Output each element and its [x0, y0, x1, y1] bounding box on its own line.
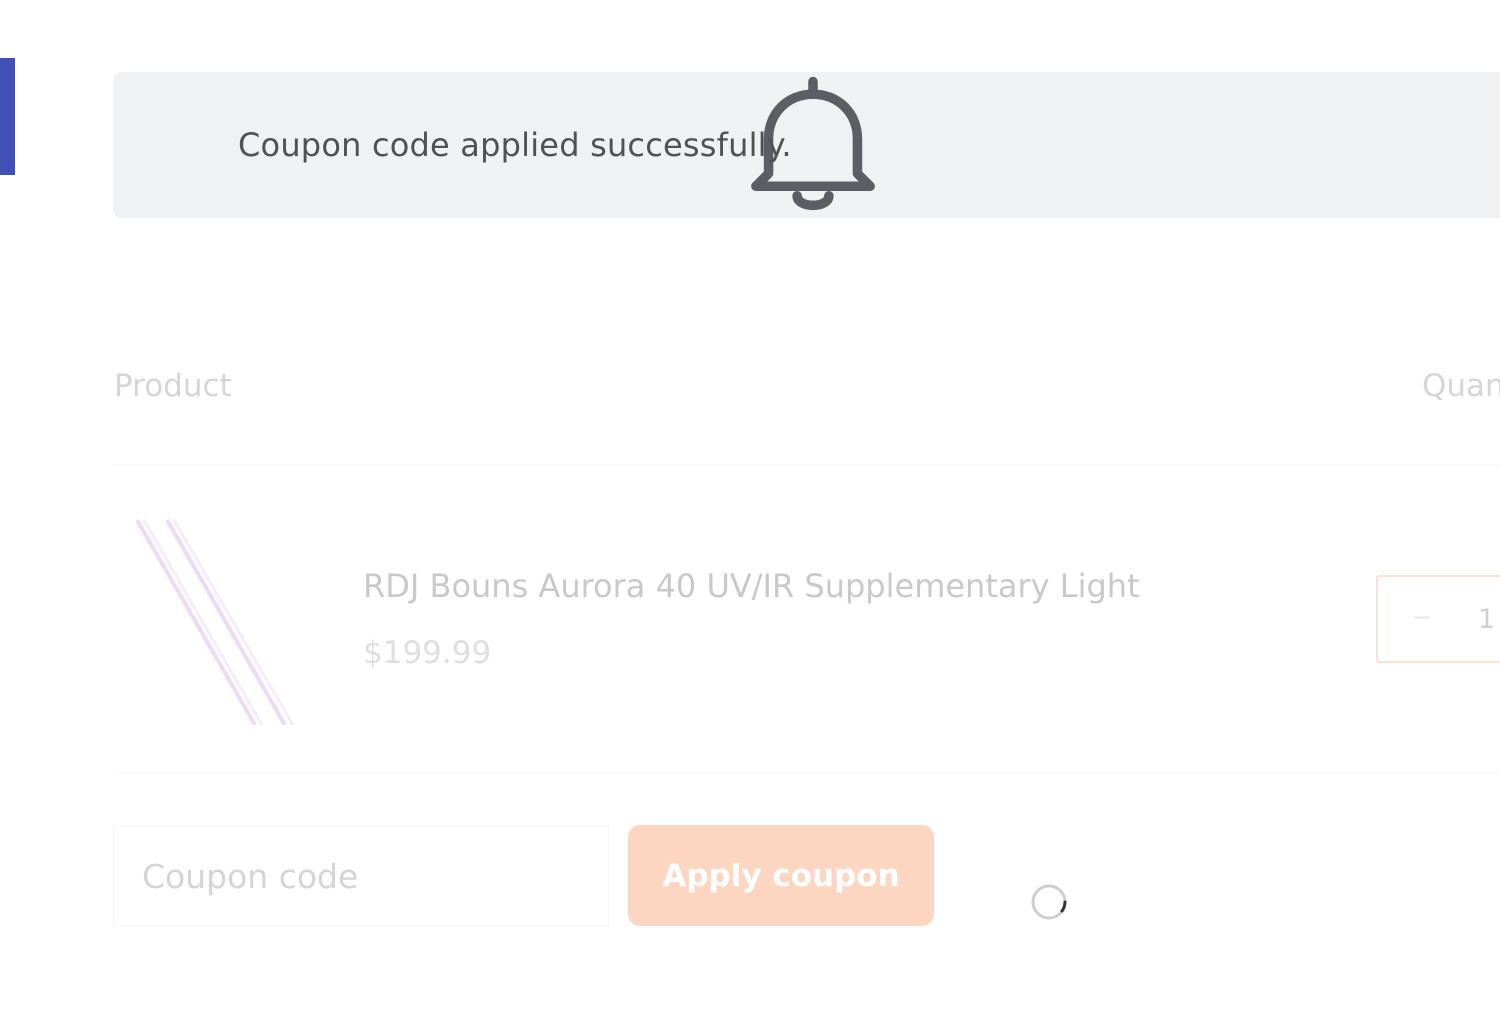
- notice-message: Coupon code applied successfully.: [238, 126, 792, 164]
- column-header-product: Product: [114, 368, 232, 404]
- cart-page: Coupon code applied successfully. Produc…: [0, 0, 1500, 1027]
- minus-icon[interactable]: −: [1410, 605, 1434, 629]
- loading-spinner-icon: [1031, 884, 1067, 920]
- coupon-code-input[interactable]: [113, 826, 609, 926]
- side-accent-bar: [0, 58, 15, 175]
- apply-coupon-button[interactable]: Apply coupon: [628, 825, 934, 926]
- product-price: $199.99: [363, 635, 492, 671]
- row-divider: [113, 772, 1500, 774]
- header-divider: [113, 464, 1500, 466]
- quantity-value[interactable]: 1: [1478, 604, 1495, 635]
- column-header-quantity: Quan: [1422, 368, 1500, 404]
- product-name-link[interactable]: RDJ Bouns Aurora 40 UV/IR Supplementary …: [363, 567, 1140, 605]
- product-thumbnail[interactable]: [113, 515, 313, 725]
